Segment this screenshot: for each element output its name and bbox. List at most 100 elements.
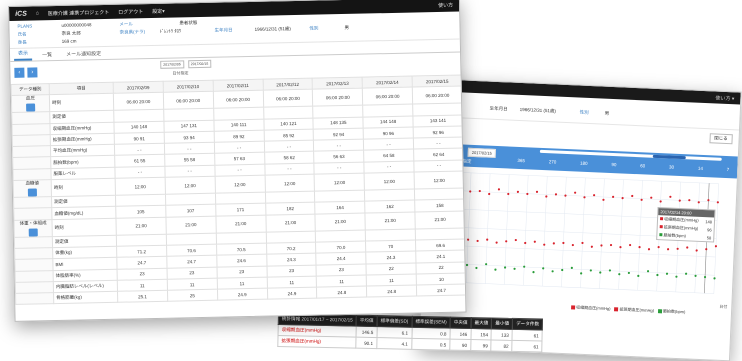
- data-point[interactable]: [657, 246, 660, 249]
- data-point[interactable]: [486, 238, 489, 241]
- data-point[interactable]: [581, 241, 584, 245]
- data-point[interactable]: [561, 268, 564, 272]
- range-tick[interactable]: 7: [727, 167, 730, 172]
- data-point[interactable]: [469, 190, 472, 193]
- data-point[interactable]: [659, 200, 662, 203]
- data-point[interactable]: [516, 190, 520, 193]
- data-point[interactable]: [638, 246, 641, 249]
- data-point[interactable]: [695, 249, 698, 252]
- data-point[interactable]: [532, 271, 535, 274]
- data-point[interactable]: [675, 275, 678, 278]
- data-point[interactable]: [609, 243, 613, 247]
- data-point[interactable]: [507, 192, 510, 196]
- range-tick[interactable]: 60: [640, 163, 645, 168]
- data-point[interactable]: [646, 270, 650, 273]
- data-point[interactable]: [647, 248, 651, 251]
- data-point[interactable]: [650, 196, 653, 199]
- data-point[interactable]: [535, 190, 539, 193]
- data-point[interactable]: [513, 267, 516, 270]
- data-point[interactable]: [497, 188, 501, 191]
- data-point[interactable]: [716, 201, 719, 204]
- data-point[interactable]: [543, 243, 546, 246]
- data-point[interactable]: [713, 277, 716, 280]
- range-tick[interactable]: 365: [517, 158, 525, 163]
- date-to-field[interactable]: 2017/02/15: [187, 59, 212, 69]
- data-point[interactable]: [523, 265, 526, 268]
- range-tick[interactable]: 30: [669, 165, 674, 170]
- data-point[interactable]: [694, 274, 697, 277]
- data-point[interactable]: [495, 241, 498, 244]
- tab-mail-settings[interactable]: メール通知設定: [62, 48, 105, 60]
- data-point[interactable]: [526, 192, 529, 196]
- data-point[interactable]: [533, 240, 536, 243]
- data-point[interactable]: [583, 196, 586, 199]
- data-point[interactable]: [686, 246, 689, 249]
- data-point[interactable]: [551, 270, 554, 273]
- range-tick[interactable]: 14: [698, 166, 703, 171]
- tab-list[interactable]: 一覧: [38, 49, 56, 60]
- data-point[interactable]: [619, 246, 622, 249]
- data-point[interactable]: [505, 240, 508, 243]
- data-point[interactable]: [705, 248, 708, 251]
- range-tick[interactable]: 270: [549, 159, 557, 164]
- legend-item[interactable]: 脈拍数(bpm): [657, 308, 686, 315]
- data-point[interactable]: [602, 198, 605, 201]
- nav-item-settings[interactable]: 設定▾: [152, 7, 165, 14]
- next-page-button[interactable]: ›: [27, 67, 38, 78]
- nav-item-project[interactable]: 医療介護 連携プロジェクト: [48, 8, 110, 16]
- data-point[interactable]: [467, 238, 470, 241]
- tab-display[interactable]: 表示: [13, 47, 33, 61]
- data-point[interactable]: [676, 247, 679, 250]
- data-point[interactable]: [552, 242, 555, 245]
- data-point[interactable]: [562, 241, 565, 245]
- data-point[interactable]: [618, 273, 621, 276]
- range-tick[interactable]: 180: [580, 161, 588, 166]
- close-button[interactable]: 閉じる: [708, 133, 733, 145]
- nav-item-logout[interactable]: ログアウト: [118, 8, 143, 16]
- range-end-date[interactable]: 2017/02/15: [467, 147, 496, 158]
- data-point[interactable]: [485, 263, 488, 266]
- range-tick[interactable]: 90: [611, 162, 616, 167]
- data-point[interactable]: [631, 194, 634, 198]
- data-point[interactable]: [656, 273, 659, 277]
- graph-icon[interactable]: [28, 228, 38, 237]
- data-point[interactable]: [600, 244, 603, 247]
- data-point[interactable]: [590, 245, 593, 248]
- data-point[interactable]: [629, 243, 632, 247]
- legend-item[interactable]: 収縮期血圧(mmHg): [571, 304, 611, 312]
- home-icon[interactable]: ⌂: [36, 10, 39, 16]
- data-point[interactable]: [637, 274, 640, 277]
- data-point[interactable]: [678, 199, 681, 202]
- data-point[interactable]: [580, 272, 583, 275]
- data-point[interactable]: [669, 195, 672, 198]
- data-point[interactable]: [475, 266, 478, 270]
- data-point[interactable]: [621, 197, 624, 200]
- data-point[interactable]: [608, 269, 612, 272]
- data-point[interactable]: [685, 272, 688, 275]
- help-link[interactable]: 使い方: [438, 1, 453, 8]
- data-point[interactable]: [494, 268, 497, 271]
- data-point[interactable]: [514, 238, 517, 242]
- data-point[interactable]: [640, 198, 643, 201]
- data-point[interactable]: [524, 241, 527, 245]
- range-handle[interactable]: [652, 154, 686, 160]
- graph-icon[interactable]: [26, 103, 36, 112]
- data-point[interactable]: [571, 243, 574, 247]
- data-point[interactable]: [703, 276, 707, 279]
- data-point[interactable]: [627, 271, 630, 275]
- data-point[interactable]: [503, 266, 507, 269]
- data-point[interactable]: [574, 191, 577, 194]
- data-point[interactable]: [707, 199, 710, 202]
- prev-page-button[interactable]: ‹: [14, 67, 25, 78]
- data-point[interactable]: [564, 194, 567, 197]
- help-link[interactable]: 使い方 ▾: [715, 94, 734, 102]
- data-point[interactable]: [599, 271, 602, 274]
- data-point[interactable]: [593, 194, 596, 197]
- date-from-field[interactable]: 2017/02/05: [160, 60, 184, 69]
- data-point[interactable]: [714, 245, 718, 248]
- data-point[interactable]: [545, 195, 548, 198]
- app-logo[interactable]: iCS: [15, 10, 27, 17]
- data-point[interactable]: [488, 192, 491, 196]
- data-point[interactable]: [476, 239, 479, 243]
- data-point[interactable]: [666, 248, 670, 251]
